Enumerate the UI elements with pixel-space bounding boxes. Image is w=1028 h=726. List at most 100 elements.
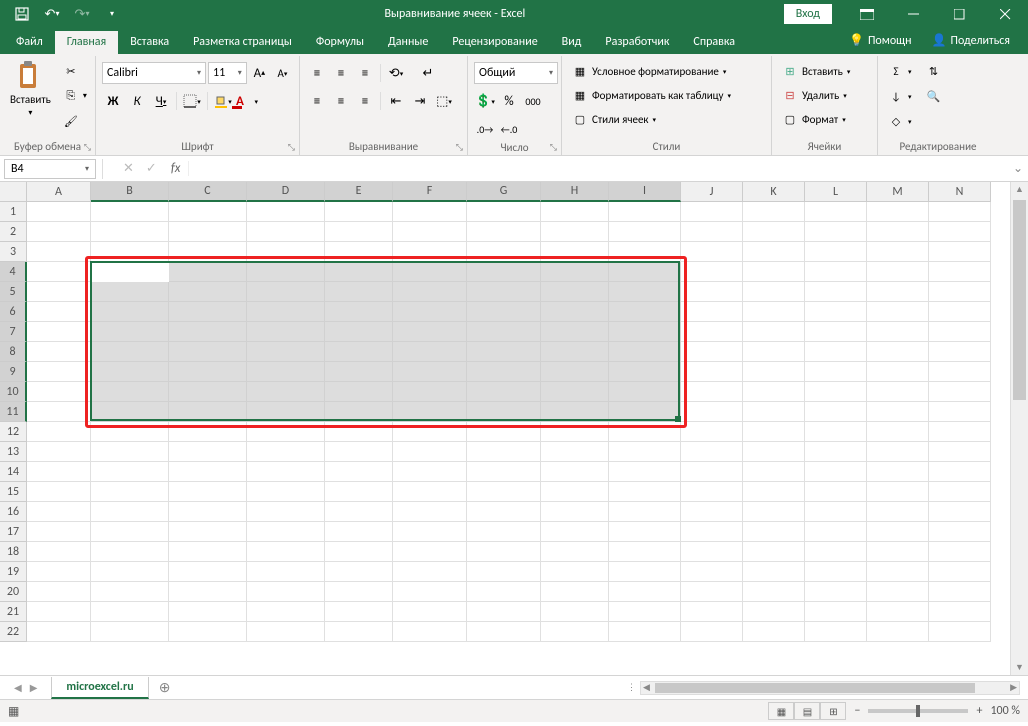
col-header[interactable]: B [91,182,169,202]
col-header[interactable]: F [393,182,467,202]
format-cells-button[interactable]: ▢Формат▾ [778,108,850,130]
col-header[interactable]: H [541,182,609,202]
align-center-icon[interactable]: ≡ [330,90,352,112]
font-size-combo[interactable]: 11▾ [208,62,247,84]
horizontal-scrollbar[interactable]: ◀ ▶ [640,681,1020,695]
row-header[interactable]: 17 [0,522,27,542]
launcher-icon[interactable]: ⤡ [84,142,91,153]
align-bottom-icon[interactable]: ≡ [354,62,376,84]
col-header[interactable]: L [805,182,867,202]
share-button[interactable]: 👤 Поделиться [922,29,1020,52]
col-header[interactable]: G [467,182,541,202]
row-header[interactable]: 12 [0,422,27,442]
row-header[interactable]: 6 [0,302,27,322]
number-format-combo[interactable]: Общий▾ [474,62,558,84]
col-header[interactable]: N [929,182,991,202]
insert-cells-button[interactable]: ⊞Вставить▾ [778,60,854,82]
row-header[interactable]: 18 [0,542,27,562]
wrap-text-icon[interactable]: ↵ [417,62,439,84]
minimize-icon[interactable] [890,0,936,28]
row-header[interactable]: 5 [0,282,27,302]
thousands-icon[interactable]: 000 [522,90,544,112]
delete-cells-button[interactable]: ⊟Удалить▾ [778,84,851,106]
row-header[interactable]: 21 [0,602,27,622]
tab-home[interactable]: Главная [55,31,118,54]
col-header[interactable]: A [27,182,91,202]
signin-button[interactable]: Вход [784,4,832,24]
fill-button[interactable]: ↓▾ [884,85,916,107]
row-header[interactable]: 22 [0,622,27,642]
decrease-font-icon[interactable]: A▾ [272,62,293,84]
sort-filter-button[interactable]: ⇅ [922,60,946,82]
bold-button[interactable]: Ж [102,90,124,112]
cut-button[interactable]: ✂ [59,60,91,82]
col-header[interactable]: J [681,182,743,202]
row-header[interactable]: 19 [0,562,27,582]
fx-icon[interactable]: fx [171,161,190,176]
launcher-icon[interactable]: ⤡ [288,142,295,153]
sheet-nav-prev-icon[interactable]: ◀ [14,681,22,694]
decrease-indent-icon[interactable]: ⇤ [385,90,407,112]
close-icon[interactable] [982,0,1028,28]
col-header[interactable]: M [867,182,929,202]
vertical-scrollbar[interactable]: ▲▼ [1010,182,1028,675]
tell-me-icon[interactable]: 💡 Помощн [839,29,922,52]
borders-button[interactable]: ▾ [181,90,203,112]
row-header[interactable]: 20 [0,582,27,602]
tab-file[interactable]: Файл [4,31,55,54]
zoom-slider[interactable] [868,709,968,713]
enter-formula-icon[interactable]: ✓ [146,161,157,176]
col-header[interactable]: D [247,182,325,202]
font-name-combo[interactable]: Calibri▾ [102,62,206,84]
row-header[interactable]: 2 [0,222,27,242]
tab-view[interactable]: Вид [550,31,594,54]
undo-icon[interactable]: ↶ ▾ [38,2,66,26]
sheet-nav-next-icon[interactable]: ▶ [30,681,38,694]
col-header[interactable]: I [609,182,681,202]
increase-indent-icon[interactable]: ⇥ [409,90,431,112]
row-header[interactable]: 8 [0,342,27,362]
tab-review[interactable]: Рецензирование [440,31,549,54]
page-break-view-icon[interactable]: ⊞ [820,702,846,720]
row-header[interactable]: 10 [0,382,27,402]
record-macro-icon[interactable]: ▦ [8,704,19,719]
merge-cells-icon[interactable]: ⬚▾ [433,90,455,112]
launcher-icon[interactable]: ⤡ [456,142,463,153]
col-header[interactable]: K [743,182,805,202]
format-as-table-button[interactable]: ▦Форматировать как таблицу▾ [568,84,735,106]
row-header[interactable]: 9 [0,362,27,382]
sheet-tab[interactable]: microexcel.ru [51,677,148,699]
zoom-out-icon[interactable]: − [854,704,860,718]
tab-layout[interactable]: Разметка страницы [181,31,304,54]
align-top-icon[interactable]: ≡ [306,62,328,84]
zoom-level[interactable]: 100 % [990,704,1020,718]
maximize-icon[interactable] [936,0,982,28]
align-right-icon[interactable]: ≡ [354,90,376,112]
row-header[interactable]: 14 [0,462,27,482]
tab-developer[interactable]: Разработчик [593,31,681,54]
launcher-icon[interactable]: ⤡ [550,142,557,153]
qat-dropdown-icon[interactable]: ▾ [98,2,126,26]
tab-formulas[interactable]: Формулы [304,31,376,54]
page-layout-view-icon[interactable]: ▤ [794,702,820,720]
tab-help[interactable]: Справка [681,31,747,54]
paste-button[interactable]: Вставить▾ [6,58,55,121]
row-header[interactable]: 11 [0,402,27,422]
cell-styles-button[interactable]: ▢Стили ячеек▾ [568,108,660,130]
copy-button[interactable]: ⎘▾ [59,85,91,107]
row-header[interactable]: 1 [0,202,27,222]
save-icon[interactable] [8,2,36,26]
tab-data[interactable]: Данные [376,31,440,54]
clear-button[interactable]: ◇▾ [884,110,916,132]
cells-area[interactable] [27,202,1010,675]
underline-button[interactable]: Ч▾ [150,90,172,112]
cancel-formula-icon[interactable]: ✕ [123,161,134,176]
row-header[interactable]: 4 [0,262,27,282]
row-header[interactable]: 16 [0,502,27,522]
expand-formula-bar-icon[interactable]: ⌄ [1008,161,1028,176]
italic-button[interactable]: К [126,90,148,112]
tab-insert[interactable]: Вставка [118,31,181,54]
select-all-corner[interactable] [0,182,27,202]
name-box[interactable]: B4▾ [4,159,96,179]
orientation-icon[interactable]: ⟲▾ [385,62,407,84]
